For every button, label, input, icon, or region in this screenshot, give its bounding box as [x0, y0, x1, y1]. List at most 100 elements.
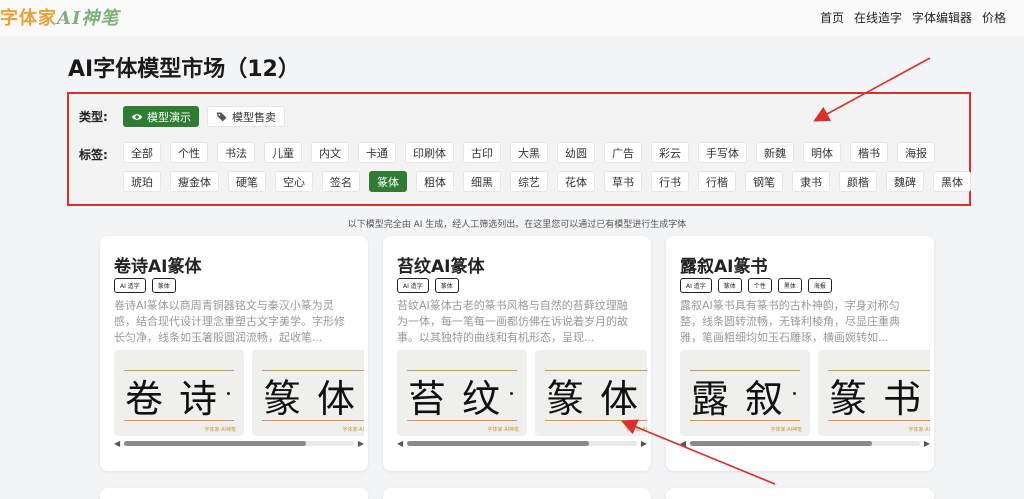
- tag-19[interactable]: 硬笔: [228, 171, 266, 192]
- tag-23[interactable]: 粗体: [416, 171, 454, 192]
- model-card[interactable]: 苔纹AI篆体 AI 造字 篆体 苔纹AI篆体古老的篆书风格与自然的苔藓纹理融为一体…: [383, 236, 651, 471]
- scroll-left-icon[interactable]: ◀: [397, 439, 403, 448]
- tag-8[interactable]: 大黑: [510, 142, 548, 163]
- tag-11[interactable]: 彩云: [651, 142, 689, 163]
- nav-pricing[interactable]: 价格: [982, 9, 1006, 26]
- tag-21[interactable]: 签名: [322, 171, 360, 192]
- tag-20[interactable]: 空心: [275, 171, 313, 192]
- logo-text: 字体家: [0, 8, 57, 29]
- card-description: 卷诗AI篆体以商周青铜器铭文与秦汉小篆为灵感，结合现代设计理念重塑古文字美学。字…: [114, 299, 345, 344]
- top-nav: 字体家AI神笔 首页 在线造字 字体编辑器 价格: [0, 0, 1024, 36]
- tag-22[interactable]: 篆体: [369, 171, 407, 192]
- type-demo-label: 模型演示: [147, 110, 191, 124]
- nav-online-create[interactable]: 在线造字: [854, 9, 902, 26]
- carousel-scrollbar[interactable]: ◀ ▶: [397, 439, 647, 448]
- sample-carousel[interactable]: 苔纹 字体家·AI神笔 篆体 字体家·AI神笔: [397, 350, 647, 436]
- type-label: 类型:: [79, 110, 108, 124]
- tag-14[interactable]: 明体: [803, 142, 841, 163]
- tag-13[interactable]: 新魏: [756, 142, 794, 163]
- carousel-scrollbar[interactable]: ◀ ▶: [114, 439, 364, 448]
- tag-28[interactable]: 行书: [651, 171, 689, 192]
- tag-18[interactable]: 瘦金体: [170, 171, 219, 192]
- card-tag: 篆体: [151, 278, 176, 293]
- tag-33[interactable]: 魏碑: [886, 171, 924, 192]
- scroll-right-icon[interactable]: ▶: [641, 439, 647, 448]
- sample-chars: 卷诗: [124, 377, 233, 421]
- card-tag: 海报: [807, 278, 832, 293]
- tag-0[interactable]: 全部: [123, 142, 161, 163]
- scroll-right-icon[interactable]: ▶: [358, 439, 364, 448]
- logo[interactable]: 字体家AI神笔: [0, 4, 119, 30]
- type-sale-button[interactable]: 模型售卖: [207, 106, 285, 127]
- tag-24[interactable]: 细黑: [463, 171, 501, 192]
- tag-34[interactable]: 黑体: [933, 171, 971, 192]
- tag-25[interactable]: 综艺: [510, 171, 548, 192]
- model-card[interactable]: 卷诗AI篆体 AI 造字 篆体 卷诗AI篆体以商周青铜器铭文与秦汉小篆为灵感，结合…: [100, 236, 368, 471]
- card-tags: AI 造字 篆体: [397, 278, 459, 293]
- font-sample[interactable]: 露叙 字体家·AI神笔: [680, 350, 810, 436]
- tag-17[interactable]: 琥珀: [123, 171, 161, 192]
- model-card-stub[interactable]: [383, 488, 651, 499]
- scroll-left-icon[interactable]: ◀: [114, 439, 120, 448]
- model-card-stub[interactable]: [100, 488, 368, 499]
- model-card-stub[interactable]: [666, 488, 934, 499]
- sample-watermark: 字体家·AI神笔: [204, 427, 237, 433]
- nav-home[interactable]: 首页: [820, 9, 844, 26]
- tag-1[interactable]: 个性: [170, 142, 208, 163]
- tag-3[interactable]: 儿童: [264, 142, 302, 163]
- scroll-thumb[interactable]: [690, 441, 872, 446]
- sample-chars: 篆体: [545, 377, 647, 421]
- scroll-thumb[interactable]: [407, 441, 589, 446]
- nav-font-editor[interactable]: 字体编辑器: [912, 9, 972, 26]
- card-tag: 黑体: [777, 278, 802, 293]
- scroll-right-icon[interactable]: ▶: [924, 439, 930, 448]
- tag-31[interactable]: 隶书: [792, 171, 830, 192]
- font-sample[interactable]: 卷诗 字体家·AI神笔: [114, 350, 244, 436]
- card-tags: AI 造字 篆体 个性 黑体 海报: [680, 278, 832, 293]
- sample-watermark: 字体家·AI神笔: [908, 427, 931, 433]
- font-sample[interactable]: 苔纹 字体家·AI神笔: [397, 350, 527, 436]
- tag-12[interactable]: 手写体: [698, 142, 747, 163]
- sample-chars: 苔纹: [407, 377, 516, 421]
- tag-15[interactable]: 楷书: [850, 142, 888, 163]
- carousel-scrollbar[interactable]: ◀ ▶: [680, 439, 930, 448]
- info-note: 以下模型完全由 AI 生成，经人工筛选列出。在这里您可以通过已有模型进行生成字体: [347, 220, 687, 230]
- scroll-thumb[interactable]: [124, 441, 306, 446]
- sample-chars: 篆体: [262, 377, 364, 421]
- card-tags: AI 造字 篆体: [114, 278, 176, 293]
- tag-27[interactable]: 草书: [604, 171, 642, 192]
- card-description: 苔纹AI篆体古老的篆书风格与自然的苔藓纹理融为一体，每一笔每一画都仿佛在诉说着岁…: [397, 299, 628, 344]
- tag-9[interactable]: 幼圆: [557, 142, 595, 163]
- tag-2[interactable]: 书法: [217, 142, 255, 163]
- tag-7[interactable]: 古印: [463, 142, 501, 163]
- tag-29[interactable]: 行楷: [698, 171, 736, 192]
- tag-16[interactable]: 海报: [897, 142, 935, 163]
- tag-26[interactable]: 花体: [557, 171, 595, 192]
- font-sample[interactable]: 篆书 字体家·AI神笔: [818, 350, 930, 436]
- sample-chars: 露叙: [690, 377, 799, 421]
- font-sample[interactable]: 篆体 字体家·AI神笔: [535, 350, 647, 436]
- tags-icon: [216, 112, 227, 121]
- tag-32[interactable]: 颜楷: [839, 171, 877, 192]
- sample-chars: 篆书: [828, 377, 930, 421]
- card-tag: AI 造字: [680, 278, 712, 293]
- tag-4[interactable]: 内文: [311, 142, 349, 163]
- sample-carousel[interactable]: 露叙 字体家·AI神笔 篆书 字体家·AI神笔: [680, 350, 930, 436]
- type-demo-button[interactable]: 模型演示: [123, 106, 199, 127]
- tag-30[interactable]: 钢笔: [745, 171, 783, 192]
- sample-carousel[interactable]: 卷诗 字体家·AI神笔 篆体 字体家·AI神笔: [114, 350, 364, 436]
- eye-icon: [131, 113, 143, 120]
- tag-5[interactable]: 卡通: [358, 142, 396, 163]
- card-tag: 篆体: [717, 278, 742, 293]
- model-card[interactable]: 露叙AI篆书 AI 造字 篆体 个性 黑体 海报 露叙AI篆书具有篆书的古朴神韵，字身对…: [666, 236, 934, 471]
- sample-watermark: 字体家·AI神笔: [487, 427, 520, 433]
- tag-10[interactable]: 广告: [604, 142, 642, 163]
- type-filter-row: 类型: 模型演示 模型售卖: [79, 106, 285, 127]
- tag-6[interactable]: 印刷体: [405, 142, 454, 163]
- scroll-left-icon[interactable]: ◀: [680, 439, 686, 448]
- type-sale-label: 模型售卖: [232, 110, 276, 124]
- sample-watermark: 字体家·AI神笔: [625, 427, 648, 433]
- tag-list: 全部 个性 书法 儿童 内文 卡通 印刷体 古印 大黑 幼圆 广告 彩云 手写体 新魏 明体 楷书 海报琥珀 瘦金…: [123, 142, 973, 192]
- card-tag: 个性: [747, 278, 772, 293]
- font-sample[interactable]: 篆体 字体家·AI神笔: [252, 350, 364, 436]
